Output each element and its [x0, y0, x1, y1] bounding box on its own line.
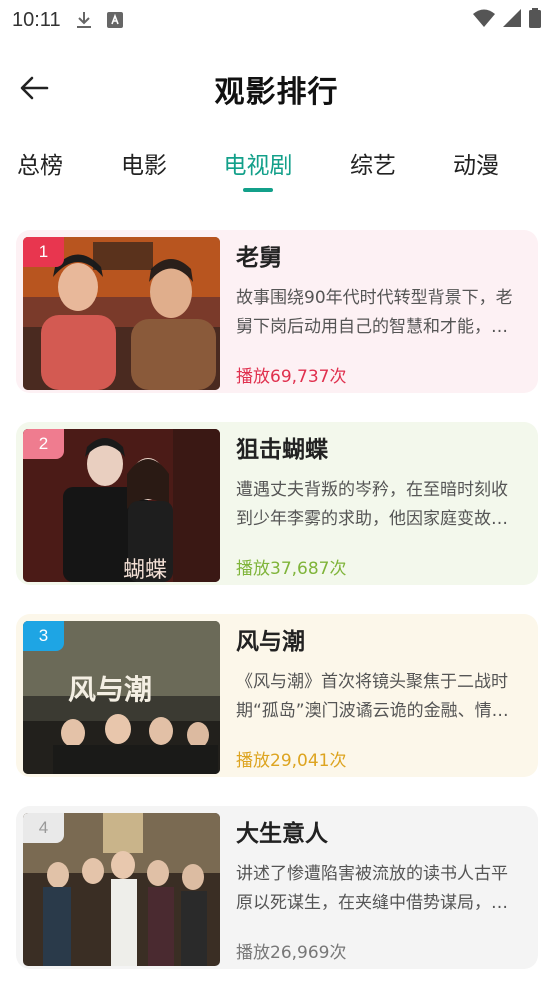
category-tabs: 总榜 电影 电视剧 综艺 动漫	[0, 146, 553, 196]
ranking-list: 1 老舅 故事围绕90年代时代转型背景下，老舅下岗后动用自己的智慧和才能，开启了…	[16, 230, 538, 998]
item-description: 遭遇丈夫背叛的岑矜，在至暗时刻收到少年李雾的求助，他因家庭变故面临辍学困境。	[236, 480, 508, 529]
signal-icon	[503, 9, 521, 31]
header: 观影排行	[0, 60, 553, 118]
tab-movies[interactable]: 电影	[121, 146, 167, 180]
tab-overall[interactable]: 总榜	[17, 146, 63, 180]
active-tab-indicator	[243, 188, 273, 192]
item-title: 大生意人	[236, 821, 328, 847]
rank-badge: 3	[23, 621, 64, 651]
download-icon	[75, 10, 93, 30]
back-button[interactable]	[14, 68, 54, 108]
item-description: 讲述了惨遭陷害被流放的读书人古平原以死谋生，在夹缝中借势谋局，最终成为一代商人的…	[236, 864, 508, 913]
item-description: 故事围绕90年代时代转型背景下，老舅下岗后动用自己的智慧和才能，开启了一段充满波…	[236, 288, 513, 337]
tab-tv-series[interactable]: 电视剧	[224, 146, 293, 180]
item-title: 老舅	[236, 245, 282, 271]
tab-variety[interactable]: 综艺	[350, 146, 396, 180]
play-count: 播放37,687次	[236, 559, 347, 579]
ranking-item[interactable]: 蝴蝶 2 狙击蝴蝶 遭遇丈夫背叛的岑矜，在至暗时刻收到少年李雾的求助，他因家庭变…	[16, 422, 538, 585]
svg-text:风与潮: 风与潮	[68, 673, 152, 706]
play-count: 播放29,041次	[236, 751, 347, 771]
item-title: 风与潮	[236, 629, 305, 655]
wifi-icon	[473, 9, 495, 31]
arrow-left-icon	[20, 76, 49, 100]
battery-icon	[529, 8, 541, 32]
item-description: 《风与潮》首次将镜头聚焦于二战时期“孤岛”澳门波谲云诡的金融、情报暗战。	[236, 672, 509, 721]
ranking-item[interactable]: 4 大生意人 讲述了惨遭陷害被流放的读书人古平原以死谋生，在夹缝中借势谋局，最终…	[16, 806, 538, 969]
ranking-item[interactable]: 风与潮 3 风与潮 《风与潮》首次将镜头聚焦于二战时期“孤岛”澳门波谲云诡的金融…	[16, 614, 538, 777]
ranking-item[interactable]: 1 老舅 故事围绕90年代时代转型背景下，老舅下岗后动用自己的智慧和才能，开启了…	[16, 230, 538, 393]
rank-badge: 4	[23, 813, 64, 843]
item-title: 狙击蝴蝶	[236, 437, 328, 463]
svg-text:蝴蝶: 蝴蝶	[123, 558, 167, 582]
play-count: 播放26,969次	[236, 943, 347, 963]
status-time: 10:11	[12, 8, 61, 31]
app-notification-icon	[106, 12, 123, 28]
tab-anime[interactable]: 动漫	[453, 146, 499, 180]
rank-badge: 1	[23, 237, 64, 267]
rank-badge: 2	[23, 429, 64, 459]
play-count: 播放69,737次	[236, 367, 347, 387]
page-title: 观影排行	[214, 75, 339, 110]
status-bar: 10:11	[0, 0, 553, 40]
